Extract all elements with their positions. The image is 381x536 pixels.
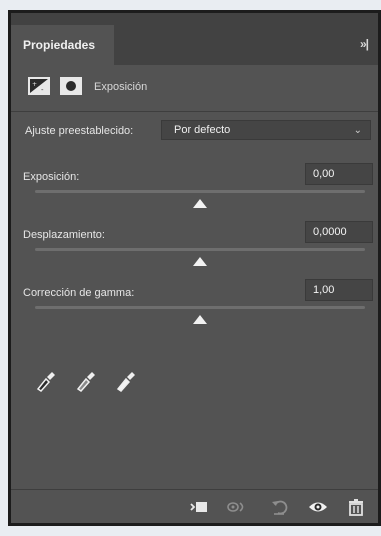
offset-slider-thumb[interactable] <box>193 257 207 266</box>
footer-divider <box>11 489 378 490</box>
chevron-down-icon: ⌄ <box>353 125 362 136</box>
layer-mask-icon[interactable] <box>60 77 82 95</box>
offset-label: Desplazamiento: <box>23 229 105 241</box>
visibility-eye-icon[interactable] <box>308 497 328 517</box>
reset-icon[interactable] <box>270 497 290 517</box>
exposure-label: Exposición: <box>23 171 80 183</box>
preset-value: Por defecto <box>174 124 231 136</box>
sample-gray-eyedropper-icon[interactable] <box>75 368 97 392</box>
adjustment-header: + - Exposición <box>11 65 378 112</box>
collapse-panel-button[interactable]: »| <box>360 37 369 51</box>
screenshot-canvas: Propiedades »| + - Exposición Ajuste pre… <box>0 0 381 536</box>
gamma-input[interactable]: 1,00 <box>305 279 373 301</box>
view-previous-state-icon[interactable] <box>226 497 246 517</box>
offset-input[interactable]: 0,0000 <box>305 221 373 243</box>
exposure-input[interactable]: 0,00 <box>305 163 373 185</box>
adjustment-layer-icon[interactable]: + - <box>28 77 50 95</box>
preset-label: Ajuste preestablecido: <box>25 125 134 137</box>
delete-trash-icon[interactable] <box>346 497 366 517</box>
adjustment-title: Exposición <box>94 81 148 93</box>
clip-to-layer-icon[interactable] <box>189 497 209 517</box>
exposure-slider-track[interactable] <box>35 190 365 193</box>
gamma-label: Corrección de gamma: <box>23 287 135 299</box>
offset-slider-track[interactable] <box>35 248 365 251</box>
sample-white-eyedropper-icon[interactable] <box>115 368 137 392</box>
exposure-slider-thumb[interactable] <box>193 199 207 208</box>
tab-properties[interactable]: Propiedades <box>11 25 114 65</box>
svg-text:+: + <box>32 81 37 88</box>
gamma-slider-thumb[interactable] <box>193 315 207 324</box>
gamma-slider-track[interactable] <box>35 306 365 309</box>
properties-panel: Propiedades »| + - Exposición Ajuste pre… <box>8 10 381 526</box>
panel-tab-bar: Propiedades »| <box>11 13 378 65</box>
sample-black-eyedropper-icon[interactable] <box>35 368 57 392</box>
preset-dropdown[interactable]: Por defecto ⌄ <box>161 120 371 140</box>
